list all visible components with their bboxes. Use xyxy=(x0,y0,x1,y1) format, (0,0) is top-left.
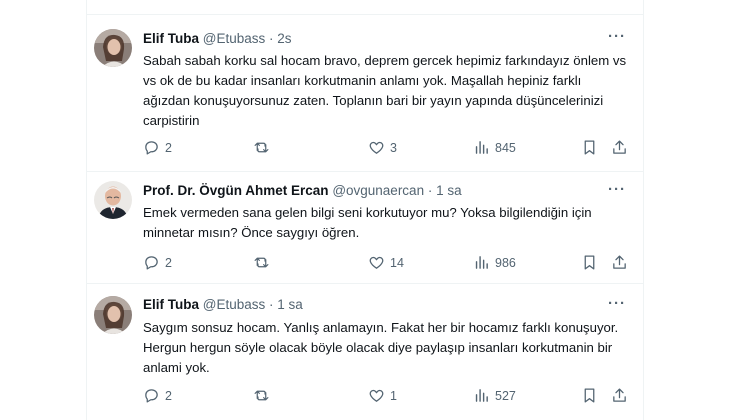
bookmark-button[interactable] xyxy=(581,254,603,271)
like-count: 1 xyxy=(390,388,397,403)
reply-count: 2 xyxy=(165,255,172,270)
author-handle[interactable]: @Etubass xyxy=(203,297,265,312)
tweet[interactable]: Elif Tuba @Etubass · 2s ··· Sabah sabah … xyxy=(86,15,644,170)
like-count: 3 xyxy=(390,140,397,155)
author-name[interactable]: Elif Tuba xyxy=(143,297,199,312)
reply-button[interactable]: 2 xyxy=(143,254,172,271)
share-button[interactable] xyxy=(611,387,633,404)
author-name[interactable]: Elif Tuba xyxy=(143,31,199,46)
retweet-icon xyxy=(254,142,269,153)
reply-count: 2 xyxy=(165,388,172,403)
reply-icon xyxy=(145,256,158,270)
like-icon xyxy=(369,256,384,269)
views-icon xyxy=(475,141,488,154)
separator: · xyxy=(269,297,274,312)
tweet-actions: 2 14 986 xyxy=(143,254,633,274)
like-button[interactable]: 3 xyxy=(368,139,397,156)
retweet-button[interactable] xyxy=(253,139,275,156)
reply-icon xyxy=(145,389,158,403)
bookmark-button[interactable] xyxy=(581,139,603,156)
more-icon[interactable]: ··· xyxy=(608,181,626,198)
views-count: 527 xyxy=(495,388,516,403)
tweet[interactable]: Elif Tuba @Etubass · 1 sa ··· Saygım son… xyxy=(86,284,644,420)
like-icon xyxy=(369,389,384,402)
retweet-icon xyxy=(254,390,269,401)
share-icon xyxy=(613,255,626,269)
more-icon[interactable]: ··· xyxy=(608,28,626,45)
share-icon xyxy=(613,140,626,154)
like-button[interactable]: 14 xyxy=(368,254,404,271)
tweet-time[interactable]: 1 sa xyxy=(436,183,462,198)
views-icon xyxy=(475,256,488,269)
views-count: 845 xyxy=(495,140,516,155)
views-button[interactable]: 527 xyxy=(473,387,516,404)
views-icon xyxy=(475,389,488,402)
like-button[interactable]: 1 xyxy=(368,387,397,404)
bookmark-icon xyxy=(584,255,595,270)
tweet-text: Emek vermeden sana gelen bilgi seni kork… xyxy=(143,205,592,240)
tweet-text: Sabah sabah korku sal hocam bravo, depre… xyxy=(143,53,627,128)
views-count: 986 xyxy=(495,255,516,270)
reply-icon xyxy=(145,141,158,155)
separator: · xyxy=(269,31,274,46)
share-button[interactable] xyxy=(611,139,633,156)
like-count: 14 xyxy=(390,255,404,270)
tweet-header: Elif Tuba @Etubass · 2s xyxy=(143,31,292,47)
reply-count: 2 xyxy=(165,140,172,155)
reply-button[interactable]: 2 xyxy=(143,387,172,404)
tweet-time[interactable]: 1 sa xyxy=(277,297,303,312)
retweet-button[interactable] xyxy=(253,254,275,271)
tweet-header: Prof. Dr. Övgün Ahmet Ercan @ovgunaercan… xyxy=(143,183,462,199)
tweet-time[interactable]: 2s xyxy=(277,31,291,46)
tweet-actions: 2 3 845 xyxy=(143,139,633,159)
share-icon xyxy=(613,388,626,402)
reply-button[interactable]: 2 xyxy=(143,139,172,156)
author-name[interactable]: Prof. Dr. Övgün Ahmet Ercan xyxy=(143,183,329,198)
retweet-button[interactable] xyxy=(253,387,275,404)
avatar[interactable] xyxy=(94,296,132,334)
bookmark-icon xyxy=(584,388,595,403)
bookmark-button[interactable] xyxy=(581,387,603,404)
bookmark-icon xyxy=(584,140,595,155)
more-icon[interactable]: ··· xyxy=(608,295,626,312)
tweet-header: Elif Tuba @Etubass · 1 sa xyxy=(143,297,303,313)
share-button[interactable] xyxy=(611,254,633,271)
author-handle[interactable]: @Etubass xyxy=(203,31,265,46)
author-handle[interactable]: @ovgunaercan xyxy=(332,183,424,198)
avatar[interactable] xyxy=(94,181,132,219)
like-icon xyxy=(369,141,384,154)
views-button[interactable]: 986 xyxy=(473,254,516,271)
avatar[interactable] xyxy=(94,29,132,67)
tweet[interactable]: Prof. Dr. Övgün Ahmet Ercan @ovgunaercan… xyxy=(86,172,644,282)
separator: · xyxy=(427,183,433,198)
tweet-text: Saygım sonsuz hocam. Yanlış anlamayın. F… xyxy=(143,320,619,375)
views-button[interactable]: 845 xyxy=(473,139,516,156)
tweet-actions: 2 1 527 xyxy=(143,387,633,407)
retweet-icon xyxy=(254,257,269,268)
